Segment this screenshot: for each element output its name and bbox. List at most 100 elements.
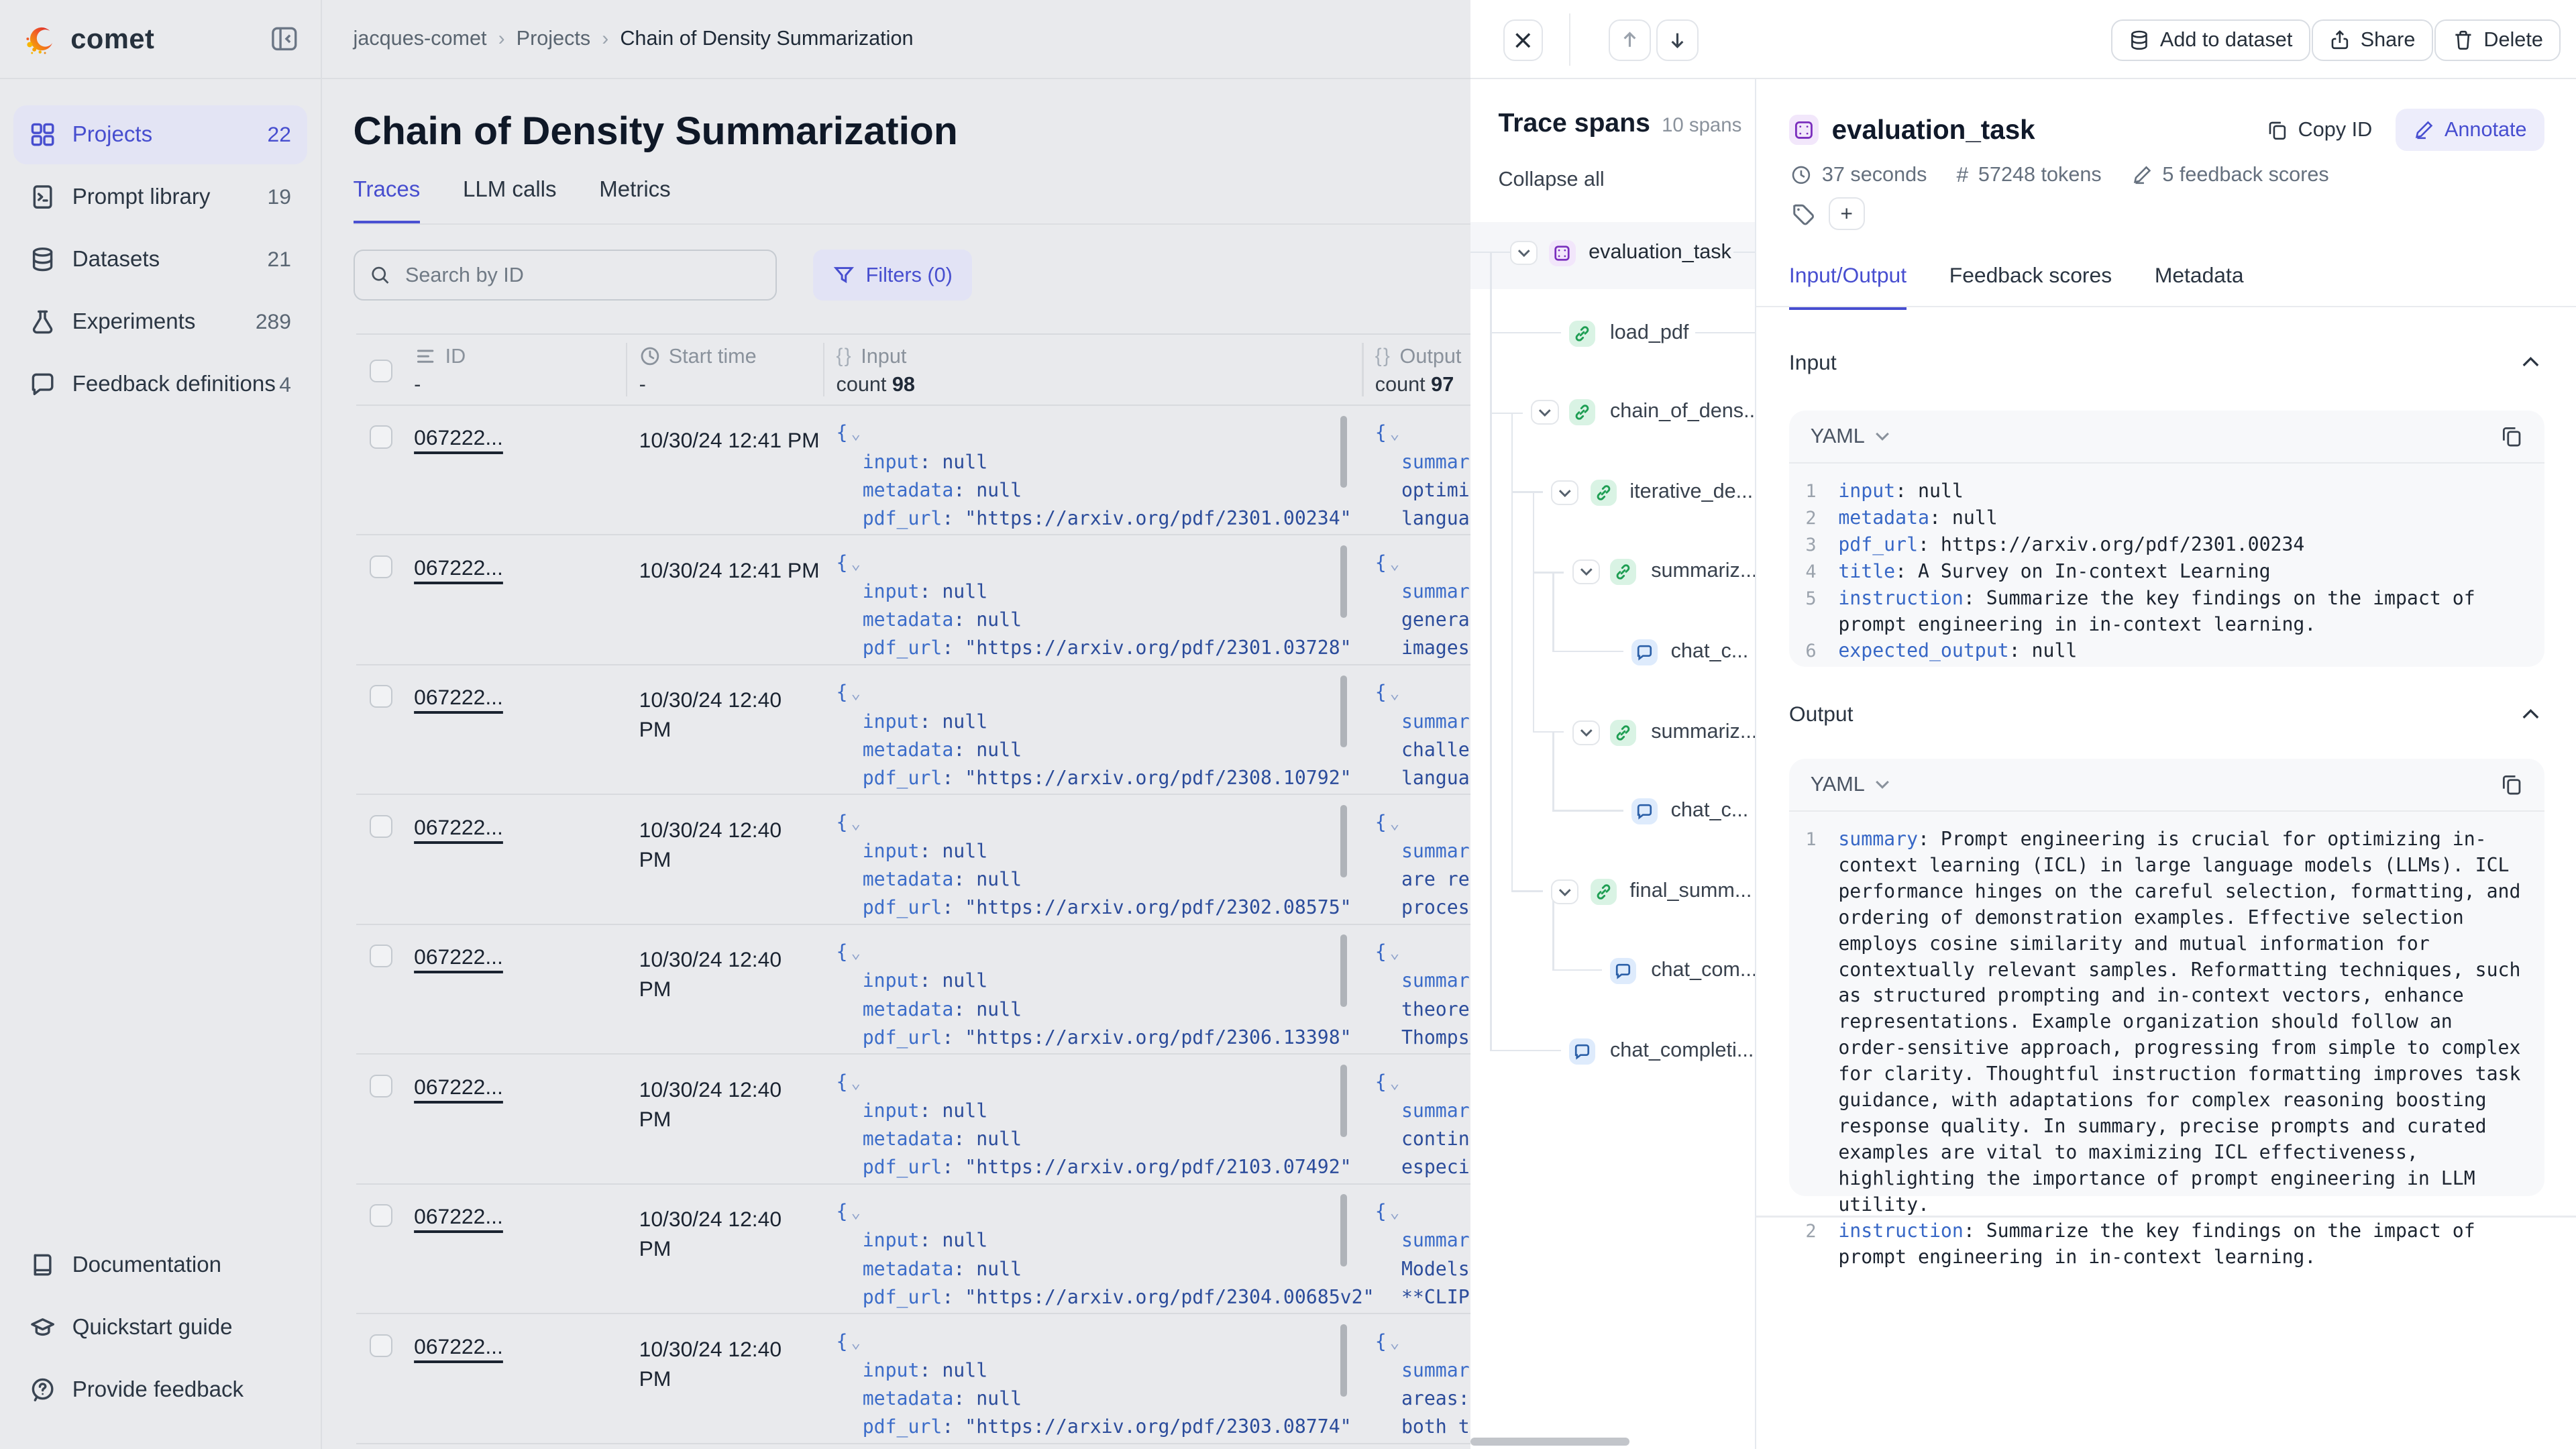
sidebar-item-feedback-definitions[interactable]: Feedback definitions 4 (13, 355, 308, 414)
span-collapse-chevron[interactable] (1572, 720, 1601, 745)
trace-output-preview[interactable]: {⌄ summaryoptimizilanguage (1375, 419, 1470, 533)
column-divider[interactable] (1362, 343, 1363, 396)
input-collapse-icon[interactable] (2522, 356, 2540, 368)
annotate-button[interactable]: Annotate (2396, 109, 2545, 152)
search-input[interactable] (354, 250, 777, 301)
search-input-field[interactable] (402, 262, 761, 288)
copy-id-button[interactable]: Copy ID (2267, 118, 2372, 142)
row-checkbox[interactable] (370, 685, 392, 708)
trace-input-preview[interactable]: {⌄input: nullmetadata: nullpdf_url: "htt… (837, 808, 1352, 922)
column-header-start-time[interactable]: Start time- (639, 345, 757, 396)
prev-trace-button[interactable] (1609, 19, 1652, 60)
table-row[interactable]: 067222... 10/30/24 12:40PM {⌄input: null… (356, 1055, 1470, 1184)
output-collapse-icon[interactable] (2522, 708, 2540, 720)
detail-tab-feedback-scores[interactable]: Feedback scores (1949, 263, 2112, 310)
trace-id-link[interactable]: 067222... (414, 1334, 503, 1359)
row-checkbox[interactable] (370, 815, 392, 838)
sidebar-item-quickstart-guide[interactable]: Quickstart guide (13, 1298, 308, 1357)
trace-id-link[interactable]: 067222... (414, 425, 503, 450)
trace-input-preview[interactable]: {⌄input: nullmetadata: nullpdf_url: "htt… (837, 1068, 1352, 1182)
table-row[interactable]: 067222... 10/30/24 12:40PM {⌄input: null… (356, 665, 1470, 795)
output-format-select[interactable]: YAML (1811, 773, 2501, 796)
span-collapse-chevron[interactable] (1531, 400, 1559, 425)
trace-input-preview[interactable]: {⌄input: nullmetadata: nullpdf_url: "htt… (837, 419, 1352, 533)
trace-output-preview[interactable]: {⌄ summaryare revoprocessi (1375, 808, 1470, 922)
column-header-output[interactable]: {}Outputcount 97 (1375, 345, 1462, 396)
sidebar-item-experiments[interactable]: Experiments 289 (13, 292, 308, 352)
column-divider[interactable] (626, 343, 627, 396)
input-cell-scrollbar[interactable] (1340, 1065, 1347, 1137)
trace-id-link[interactable]: 067222... (414, 1204, 503, 1229)
row-checkbox[interactable] (370, 945, 392, 967)
trace-input-preview[interactable]: {⌄input: nullmetadata: nullpdf_url: "htt… (837, 678, 1352, 792)
table-row[interactable]: 067222... 10/30/24 12:41 PM {⌄input: nul… (356, 406, 1470, 535)
span-collapse-chevron[interactable] (1551, 879, 1579, 904)
copy-input-icon[interactable] (2500, 425, 2523, 447)
sidebar-item-documentation[interactable]: Documentation (13, 1236, 308, 1295)
tab-llm-calls[interactable]: LLM calls (463, 177, 557, 225)
trace-output-preview[interactable]: {⌄ summaryareas: tboth tex (1375, 1328, 1470, 1442)
row-checkbox[interactable] (370, 1334, 392, 1357)
table-row[interactable]: 067222... 10/30/24 12:40PM {⌄input: null… (356, 795, 1470, 924)
close-button[interactable] (1503, 19, 1543, 60)
row-checkbox[interactable] (370, 425, 392, 448)
column-divider[interactable] (823, 343, 824, 396)
sidebar-item-provide-feedback[interactable]: Provide feedback (13, 1360, 308, 1419)
span-collapse-chevron[interactable] (1572, 559, 1601, 584)
input-cell-scrollbar[interactable] (1340, 676, 1347, 748)
trace-id-link[interactable]: 067222... (414, 1075, 503, 1099)
trace-input-preview[interactable]: {⌄input: nullmetadata: nullpdf_url: "htt… (837, 938, 1352, 1052)
detail-tab-input-output[interactable]: Input/Output (1789, 263, 1907, 310)
share-button[interactable]: Share (2312, 19, 2433, 60)
feedback-scores-value: 5 feedback scores (2162, 163, 2328, 186)
delete-button[interactable]: Delete (2434, 19, 2561, 60)
table-row[interactable]: 067222... 10/30/24 12:40PM {⌄input: null… (356, 1314, 1470, 1444)
span-collapse-chevron[interactable] (1551, 480, 1579, 505)
add-to-dataset-button[interactable]: Add to dataset (2111, 19, 2310, 60)
input-cell-scrollbar[interactable] (1340, 934, 1347, 1007)
tab-metrics[interactable]: Metrics (599, 177, 670, 225)
tab-traces[interactable]: Traces (354, 177, 421, 225)
input-cell-scrollbar[interactable] (1340, 805, 1347, 877)
trace-input-preview[interactable]: {⌄input: nullmetadata: nullpdf_url: "htt… (837, 549, 1352, 663)
breadcrumb-item[interactable]: jacques-comet (354, 27, 487, 50)
trace-id-link[interactable]: 067222... (414, 685, 503, 710)
trace-input-preview[interactable]: {⌄input: nullmetadata: nullpdf_url: "htt… (837, 1328, 1352, 1442)
trace-input-preview[interactable]: {⌄input: nullmetadata: nullpdf_url: "htt… (837, 1197, 1375, 1311)
input-format-select[interactable]: YAML (1811, 425, 2501, 448)
span-collapse-chevron[interactable] (1510, 241, 1538, 266)
comet-logo[interactable]: comet (23, 21, 268, 57)
column-header-input[interactable]: {}Inputcount 98 (837, 345, 915, 396)
sidebar-item-prompt-library[interactable]: Prompt library 19 (13, 168, 308, 227)
trace-output-preview[interactable]: {⌄ summaryModels (**CLIP** (1375, 1197, 1470, 1311)
add-tag-button[interactable]: + (1829, 197, 1865, 230)
copy-output-icon[interactable] (2500, 773, 2523, 796)
trace-output-preview[interactable]: {⌄ summarycontinuaespecial (1375, 1068, 1470, 1182)
trace-id-link[interactable]: 067222... (414, 815, 503, 840)
sidebar-item-datasets[interactable]: Datasets 21 (13, 230, 308, 289)
trace-id-link[interactable]: 067222... (414, 555, 503, 580)
next-trace-button[interactable] (1656, 19, 1699, 60)
trace-output-preview[interactable]: {⌄ summarygeneratiimages, (1375, 549, 1470, 663)
table-row[interactable]: 067222... 10/30/24 12:41 PM {⌄input: nul… (356, 535, 1470, 665)
trace-id-link[interactable]: 067222... (414, 945, 503, 969)
detail-tab-metadata[interactable]: Metadata (2155, 263, 2244, 310)
tree-horizontal-scrollbar[interactable] (1470, 1438, 1630, 1446)
row-checkbox[interactable] (370, 1075, 392, 1097)
trace-output-preview[interactable]: {⌄ summarytheoremThompson (1375, 938, 1470, 1052)
row-checkbox[interactable] (370, 1204, 392, 1227)
table-row[interactable]: 067222... 10/30/24 12:40PM {⌄input: null… (356, 1185, 1470, 1314)
sidebar-collapse-icon[interactable] (268, 22, 301, 55)
filters-button[interactable]: Filters (0) (813, 250, 972, 301)
input-cell-scrollbar[interactable] (1340, 1194, 1347, 1267)
trace-output-preview[interactable]: {⌄ summarychallenglanguage (1375, 678, 1470, 792)
column-header-id[interactable]: ID- (414, 345, 466, 396)
table-row[interactable]: 067222... 10/30/24 12:40PM {⌄input: null… (356, 925, 1470, 1055)
select-all-checkbox[interactable] (370, 360, 392, 382)
row-checkbox[interactable] (370, 555, 392, 578)
input-cell-scrollbar[interactable] (1340, 1324, 1347, 1397)
sidebar-item-projects[interactable]: Projects 22 (13, 105, 308, 164)
input-cell-scrollbar[interactable] (1340, 416, 1347, 488)
input-cell-scrollbar[interactable] (1340, 545, 1347, 618)
breadcrumb-item[interactable]: Projects (517, 27, 591, 50)
